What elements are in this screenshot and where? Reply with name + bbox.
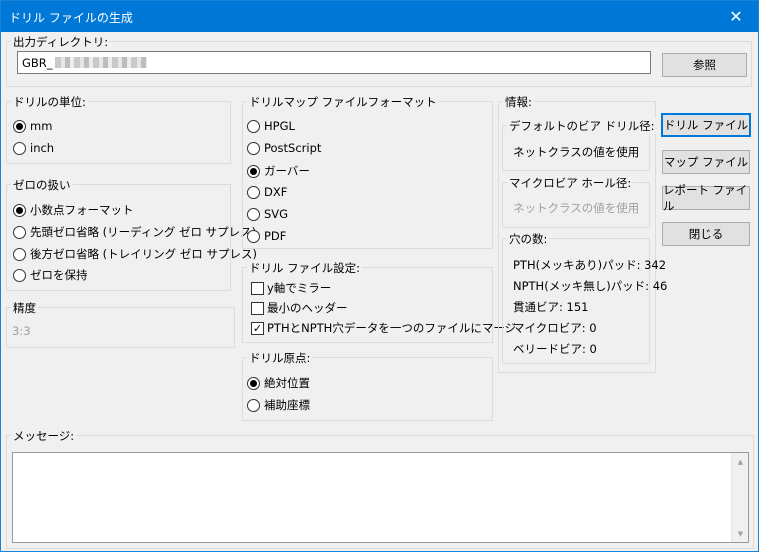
map-format-pdf[interactable]: PDF bbox=[247, 229, 286, 243]
radio-icon bbox=[247, 119, 260, 133]
zeros-option-label: ゼロを保持 bbox=[30, 268, 88, 282]
map-file-button[interactable]: マップ ファイル bbox=[662, 150, 750, 174]
drill-file-button-label: ドリル ファイル bbox=[663, 118, 749, 132]
checkbox-icon bbox=[251, 301, 264, 315]
report-file-button[interactable]: レポート ファイル bbox=[662, 183, 750, 213]
window-title: ドリル ファイルの生成 bbox=[9, 11, 133, 25]
micro-via-value: ネットクラスの値を使用 bbox=[513, 201, 640, 215]
radio-icon bbox=[247, 141, 260, 155]
checkmark-icon: ✓ bbox=[251, 321, 264, 335]
map-format-option-label: ガーバー bbox=[264, 164, 310, 178]
map-file-button-label: マップ ファイル bbox=[663, 155, 749, 169]
title-bar: ドリル ファイルの生成 ✕ bbox=[1, 1, 758, 32]
redacted-path bbox=[54, 57, 147, 68]
map-format-label: ドリルマップ ファイルフォーマット bbox=[247, 94, 439, 110]
origin-label: ドリル原点: bbox=[247, 350, 313, 366]
radio-checked-icon bbox=[13, 119, 26, 133]
map-format-option-label: PDF bbox=[264, 229, 287, 243]
map-format-option-label: HPGL bbox=[264, 119, 295, 133]
zeros-option-label: 小数点フォーマット bbox=[30, 203, 134, 217]
holes-micro-via: マイクロビア: 0 bbox=[513, 321, 597, 335]
messages-textarea[interactable]: ▲ ▼ bbox=[12, 452, 749, 543]
map-format-gerber[interactable]: ガーバー bbox=[247, 163, 310, 179]
map-format-hpgl[interactable]: HPGL bbox=[247, 119, 295, 133]
zeros-option-leading[interactable]: 先頭ゼロ省略 (リーディング ゼロ サプレス) bbox=[13, 224, 256, 240]
zeros-option-trailing[interactable]: 後方ゼロ省略 (トレイリング ゼロ サプレス) bbox=[13, 246, 257, 262]
map-format-option-label: PostScript bbox=[264, 141, 322, 155]
units-option-inch[interactable]: inch bbox=[13, 141, 54, 155]
messages-scrollbar[interactable]: ▲ ▼ bbox=[731, 453, 748, 542]
precision-group: 精度 bbox=[6, 300, 235, 348]
close-button[interactable]: 閉じる bbox=[662, 222, 750, 246]
units-option-label: mm bbox=[30, 119, 53, 133]
zeros-option-label: 先頭ゼロ省略 (リーディング ゼロ サプレス) bbox=[30, 225, 257, 239]
origin-option-label: 補助座標 bbox=[264, 398, 310, 412]
output-dir-label: 出力ディレクトリ: bbox=[11, 34, 111, 50]
default-via-label: デフォルトのビア ドリル径: bbox=[507, 118, 657, 134]
checkbox-label: 最小のヘッダー bbox=[267, 301, 348, 315]
zeros-option-keep[interactable]: ゼロを保持 bbox=[13, 267, 88, 283]
map-format-dxf[interactable]: DXF bbox=[247, 185, 287, 199]
radio-checked-icon bbox=[13, 203, 26, 217]
map-format-postscript[interactable]: PostScript bbox=[247, 141, 321, 155]
map-format-svg[interactable]: SVG bbox=[247, 207, 288, 221]
checkbox-label: y軸でミラー bbox=[267, 281, 332, 295]
radio-icon bbox=[247, 207, 260, 221]
drill-file-dialog: ドリル ファイルの生成 ✕ 出力ディレクトリ: GBR_ 参照 ドリルの単位: … bbox=[0, 0, 759, 552]
scroll-up-icon[interactable]: ▲ bbox=[732, 453, 749, 470]
radio-icon bbox=[247, 398, 260, 412]
checkbox-label: PTHとNPTH穴データを一つのファイルにマージ bbox=[267, 321, 517, 335]
precision-label: 精度 bbox=[11, 300, 38, 316]
output-dir-value: GBR_ bbox=[22, 55, 53, 70]
messages-label: メッセージ: bbox=[11, 428, 77, 444]
radio-icon bbox=[13, 141, 26, 155]
radio-icon bbox=[13, 247, 26, 261]
browse-button[interactable]: 参照 bbox=[662, 53, 747, 77]
zeros-option-decimal[interactable]: 小数点フォーマット bbox=[13, 202, 134, 218]
radio-icon bbox=[13, 268, 26, 282]
browse-button-label: 参照 bbox=[693, 58, 716, 72]
radio-icon bbox=[247, 229, 260, 243]
origin-absolute[interactable]: 絶対位置 bbox=[247, 375, 310, 391]
holes-pth: PTH(メッキあり)パッド: 342 bbox=[513, 258, 667, 272]
origin-aux[interactable]: 補助座標 bbox=[247, 397, 310, 413]
units-option-label: inch bbox=[30, 141, 55, 155]
merge-pth-npth-checkbox[interactable]: ✓ PTHとNPTH穴データを一つのファイルにマージ bbox=[251, 320, 516, 336]
radio-icon bbox=[13, 225, 26, 239]
radio-checked-icon bbox=[247, 164, 260, 178]
holes-npth: NPTH(メッキ無し)パッド: 46 bbox=[513, 279, 668, 293]
checkbox-icon bbox=[251, 281, 264, 295]
units-option-mm[interactable]: mm bbox=[13, 119, 52, 133]
holes-buried-via: ベリードビア: 0 bbox=[513, 342, 597, 356]
map-format-option-label: SVG bbox=[264, 207, 289, 221]
holes-label: 穴の数: bbox=[507, 231, 550, 247]
micro-via-label: マイクロビア ホール径: bbox=[507, 175, 634, 191]
close-button-label: 閉じる bbox=[688, 227, 724, 241]
holes-through-via: 貫通ビア: 151 bbox=[513, 300, 589, 314]
radio-icon bbox=[247, 185, 260, 199]
file-settings-label: ドリル ファイル設定: bbox=[247, 260, 363, 276]
minimal-header-checkbox[interactable]: 最小のヘッダー bbox=[251, 300, 348, 316]
info-label: 情報: bbox=[503, 94, 534, 110]
units-label: ドリルの単位: bbox=[11, 94, 88, 110]
precision-value: 3:3 bbox=[12, 324, 31, 338]
origin-option-label: 絶対位置 bbox=[264, 376, 310, 390]
report-file-button-label: レポート ファイル bbox=[663, 183, 748, 213]
output-dir-input[interactable]: GBR_ bbox=[17, 51, 651, 74]
radio-checked-icon bbox=[247, 376, 260, 390]
zeros-option-label: 後方ゼロ省略 (トレイリング ゼロ サプレス) bbox=[30, 247, 257, 261]
default-via-value: ネットクラスの値を使用 bbox=[513, 145, 640, 159]
close-icon[interactable]: ✕ bbox=[714, 1, 758, 32]
zeros-label: ゼロの扱い bbox=[11, 177, 73, 193]
map-format-option-label: DXF bbox=[264, 185, 288, 199]
scroll-down-icon[interactable]: ▼ bbox=[732, 525, 749, 542]
drill-file-button[interactable]: ドリル ファイル bbox=[661, 113, 751, 137]
mirror-y-checkbox[interactable]: y軸でミラー bbox=[251, 280, 331, 296]
